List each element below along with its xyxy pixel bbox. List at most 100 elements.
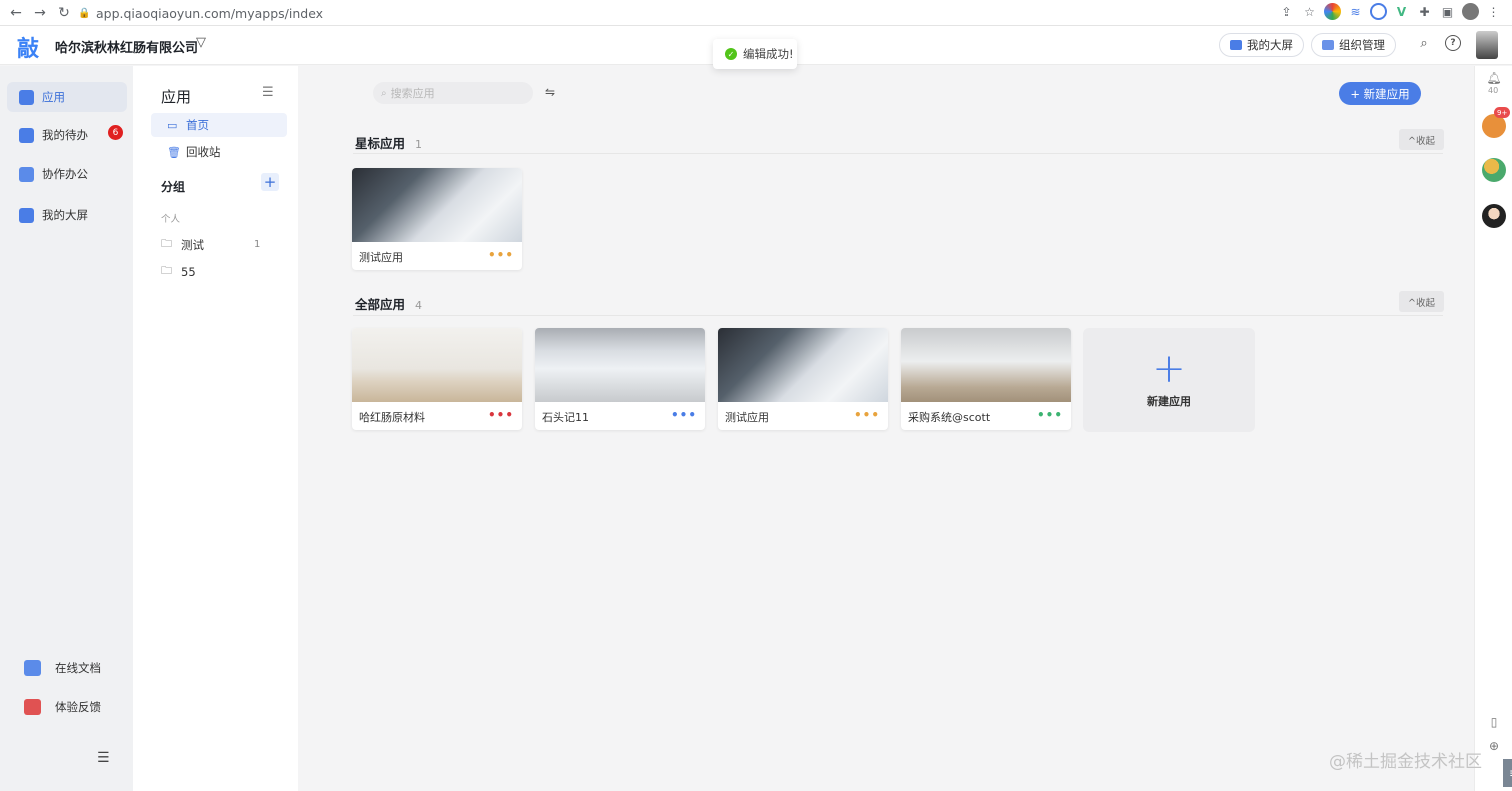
add-group-button[interactable]: + [261,173,279,191]
app-card[interactable]: 测试应用 ••• [718,328,888,430]
toast-message: 编辑成功! [743,47,794,61]
app-cover-image [901,328,1071,402]
check-circle-icon: ✓ [725,48,737,60]
collab-icon [19,166,34,182]
collapse-menu-icon[interactable]: ☰ [97,750,110,766]
browser-menu-icon[interactable]: ⋮ [1485,3,1502,20]
puzzle-extensions-icon[interactable]: ✚ [1416,3,1433,20]
app-name: 哈红肠原材料 [359,411,425,424]
reload-icon[interactable]: ↻ [52,1,76,25]
forward-arrow-icon[interactable]: → [28,1,52,25]
folder-icon: 🗀 [161,264,172,277]
document-icon [24,660,41,676]
all-apps-section-header: 全部应用 4 [355,297,423,312]
collapse-starred-button[interactable]: ^收起 [1399,129,1444,150]
folder-item[interactable]: 🗀 测试 1 [161,235,261,254]
search-icon[interactable]: ⌕ [1416,35,1432,51]
chevron-down-icon[interactable]: ▽ [196,35,206,50]
app-card[interactable]: 哈红肠原材料 ••• [352,328,522,430]
nav-feedback[interactable]: 体验反馈 [24,699,101,715]
new-app-button[interactable]: + 新建应用 [1339,82,1421,105]
nav-online-docs[interactable]: 在线文档 [24,660,101,676]
sidepanel-icon[interactable]: ▣ [1439,3,1456,20]
org-manage-button[interactable]: 组织管理 [1311,33,1396,57]
extension-circle-icon[interactable] [1370,3,1387,20]
app-cover-image [352,328,522,402]
app-logo[interactable]: 敲 [17,31,39,63]
back-arrow-icon[interactable]: ← [4,1,28,25]
nav-item-big-screen[interactable]: 我的大屏 [7,200,127,230]
add-circle-icon[interactable]: ⊕ [1484,736,1504,756]
extension-layers-icon[interactable]: ≋ [1347,3,1364,20]
search-icon: ⌕ [381,87,387,99]
secnav-item-home[interactable]: ▭ 首页 [151,113,287,137]
folder-icon: 🗀 [161,237,172,250]
right-sidebar: 🔔︎ 40 9+ ▯ ⊕ [1474,66,1512,791]
team-icon[interactable] [1482,158,1506,182]
app-name: 测试应用 [359,251,403,264]
starred-section-header: 星标应用 1 [355,136,423,151]
screen-icon [19,207,34,223]
watermark: @稀土掘金技术社区 [1329,752,1482,772]
filter-icon[interactable]: ⇋ [545,85,555,99]
url-text: app.qiaoqiaoyun.com/myapps/index [96,5,324,21]
address-bar[interactable]: 🔒 app.qiaoqiaoyun.com/myapps/index [78,2,1318,24]
screen-icon [1230,40,1242,50]
left-nav: 应用 我的待办 6 协作办公 我的大屏 在线文档 体验反馈 [0,66,133,791]
company-name[interactable]: 哈尔滨秋林红肠有限公司 [55,37,198,56]
note-icon[interactable]: ▯ [1484,712,1504,732]
cube-icon [19,89,34,105]
help-icon[interactable]: ? [1445,35,1461,51]
notification-count: 40 [1488,86,1499,95]
app-badge: 9+ [1494,107,1511,118]
vue-devtools-icon[interactable]: V [1393,3,1410,20]
more-options-icon[interactable]: ••• [854,408,880,422]
divider [353,153,1443,154]
app-card[interactable]: 采购系统@scott ••• [901,328,1071,430]
lock-icon: 🔒 [78,7,91,19]
home-icon: ▭ [167,118,178,132]
search-input[interactable]: ⌕ 搜索应用 [373,82,533,104]
org-icon [1322,40,1334,50]
success-toast: ✓ 编辑成功! [713,39,797,69]
profile-icon[interactable] [1462,3,1479,20]
bell-icon[interactable]: 🔔︎ [1484,68,1504,88]
nav-item-apps[interactable]: 应用 [7,82,127,112]
divider [353,315,1443,316]
support-agent-icon[interactable] [1482,204,1506,228]
app-card[interactable]: 测试应用 ••• [352,168,522,270]
plus-icon: + [1152,346,1186,392]
list-collapse-icon[interactable]: ☰ [262,85,274,100]
share-icon[interactable]: ⇪ [1278,3,1295,20]
bookmark-star-icon[interactable]: ☆ [1301,3,1318,20]
collapse-all-button[interactable]: ^收起 [1399,291,1444,312]
folder-item[interactable]: 🗀 55 [161,262,261,281]
app-name: 石头记11 [542,411,589,424]
nav-item-collab[interactable]: 协作办公 [7,159,127,189]
avatar[interactable] [1476,31,1498,59]
todo-icon [19,127,34,143]
menu-icon[interactable]: ≡ [1503,759,1512,787]
new-app-card[interactable]: + 新建应用 [1083,328,1255,432]
secondary-nav: 应用 ☰ ▭ 首页 🗑 回收站 分组 + 个人 🗀 测试 1 🗀 55 [133,66,298,791]
extension-color-icon[interactable] [1324,3,1341,20]
my-big-screen-button[interactable]: 我的大屏 [1219,33,1304,57]
trash-icon: 🗑 [167,145,181,159]
secnav-item-trash[interactable]: 🗑 回收站 [151,140,287,164]
folder-count: 1 [254,239,261,250]
app-cover-image [535,328,705,402]
group-title: 分组 [161,180,186,194]
feedback-icon [24,699,41,715]
app-card[interactable]: 石头记11 ••• [535,328,705,430]
app-name: 测试应用 [725,411,769,424]
extensions-bar: ⇪ ☆ ≋ V ✚ ▣ ⋮ [1278,3,1502,20]
main-content: ⌕ 搜索应用 ⇋ + 新建应用 星标应用 1 ^收起 测试应用 ••• 全部应用… [298,66,1474,791]
todo-badge: 6 [108,125,123,140]
app-cover-image [718,328,888,402]
more-options-icon[interactable]: ••• [671,408,697,422]
new-app-card-label: 新建应用 [1147,395,1191,408]
more-options-icon[interactable]: ••• [1037,408,1063,422]
more-options-icon[interactable]: ••• [488,408,514,422]
more-options-icon[interactable]: ••• [488,248,514,262]
app-name: 采购系统@scott [908,411,991,424]
